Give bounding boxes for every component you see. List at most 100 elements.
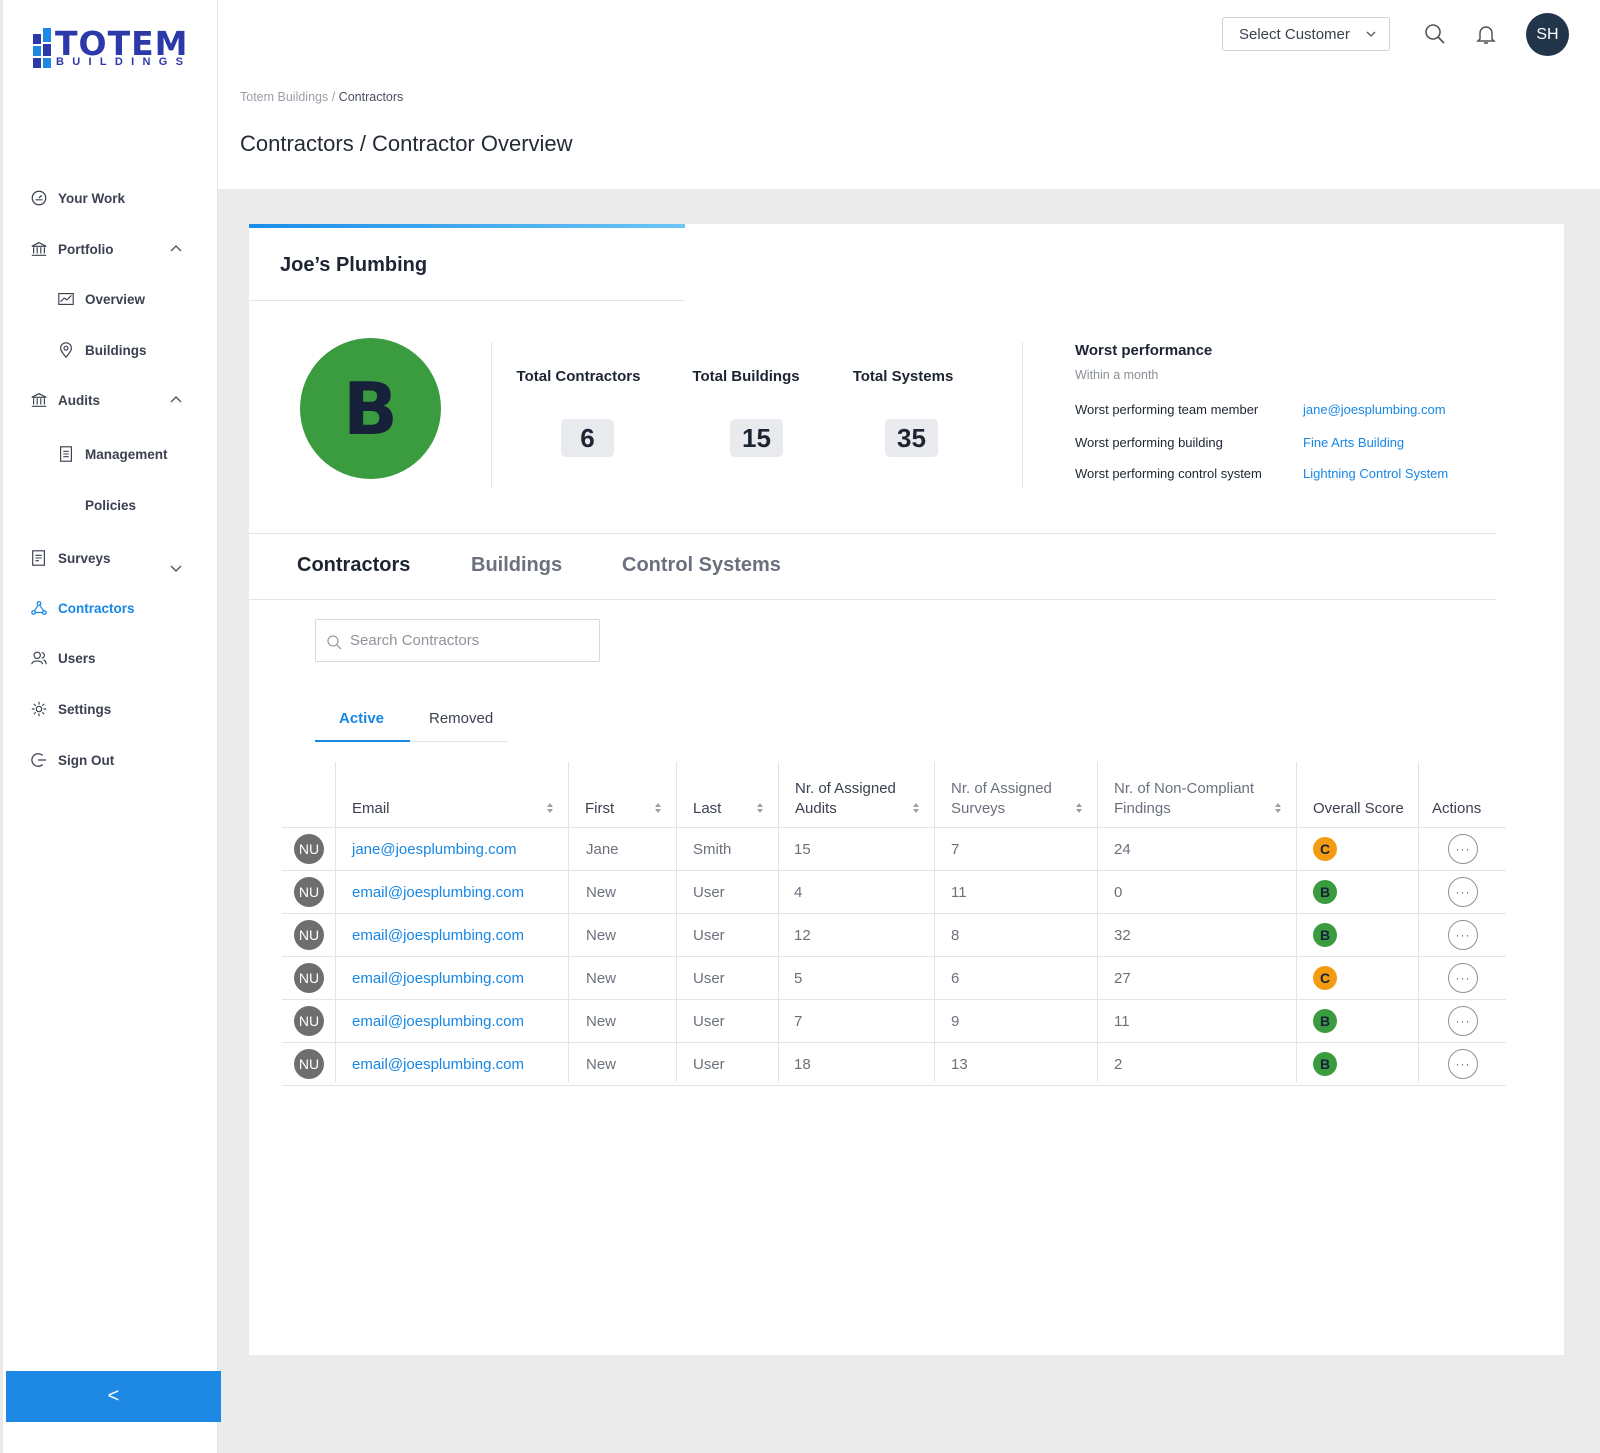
row-assigned-surveys: 6 <box>951 969 960 987</box>
breadcrumb: Totem Buildings / Contractors <box>240 90 404 104</box>
sort-icon <box>1076 803 1082 813</box>
user-initials-avatar: NU <box>294 1006 324 1036</box>
row-assigned-surveys: 11 <box>951 883 967 901</box>
row-first-name: Jane <box>586 840 619 858</box>
column-header-non-compliant-findings[interactable]: Nr. of Non-Compliant Findings <box>1097 762 1296 827</box>
subtab-removed[interactable]: Removed <box>429 710 493 727</box>
tab-control-systems[interactable]: Control Systems <box>622 554 781 577</box>
search-icon[interactable] <box>1423 22 1447 46</box>
row-assigned-audits: 18 <box>794 1055 811 1073</box>
row-email-link[interactable]: jane@joesplumbing.com <box>352 828 567 870</box>
row-email-link[interactable]: email@joesplumbing.com <box>352 914 567 956</box>
row-last-name: Smith <box>693 840 732 858</box>
row-assigned-surveys: 8 <box>951 926 960 944</box>
chart-line-icon <box>56 289 76 309</box>
row-email-link[interactable]: email@joesplumbing.com <box>352 957 567 999</box>
column-header-assigned-audits[interactable]: Nr. of Assigned Audits <box>778 762 934 827</box>
more-actions-button[interactable]: ··· <box>1448 1006 1478 1036</box>
sidebar-item-portfolio[interactable]: Portfolio <box>29 237 114 261</box>
sidebar-item-overview[interactable]: Overview <box>56 287 145 311</box>
row-assigned-audits: 15 <box>794 840 811 858</box>
tab-buildings[interactable]: Buildings <box>471 554 562 577</box>
more-actions-button[interactable]: ··· <box>1448 834 1478 864</box>
table-row[interactable]: NU email@joesplumbing.com New User 18 13 2 B ··· <box>282 1042 1506 1085</box>
sidebar-item-your-work[interactable]: Your Work <box>29 186 125 210</box>
chevron-up-icon[interactable] <box>169 393 183 407</box>
sidebar-item-label: Overview <box>85 291 146 307</box>
row-email-link[interactable]: email@joesplumbing.com <box>352 871 567 913</box>
row-first-name: New <box>586 1055 617 1073</box>
row-assigned-audits: 4 <box>794 883 803 901</box>
sidebar-item-surveys[interactable]: Surveys <box>29 546 111 570</box>
stat-label-total-buildings: Total Buildings <box>692 368 800 385</box>
column-header-first[interactable]: First <box>568 762 676 827</box>
row-last-name: User <box>693 926 725 944</box>
column-header-overall-score: Overall Score <box>1313 800 1404 817</box>
worst-building-label: Worst performing building <box>1075 435 1223 450</box>
sidebar-item-audits[interactable]: Audits <box>29 388 100 412</box>
row-assigned-audits: 7 <box>794 1012 803 1030</box>
row-last-name: User <box>693 1055 725 1073</box>
breadcrumb-root[interactable]: Totem Buildings <box>240 90 328 104</box>
chevron-down-icon <box>1366 31 1376 37</box>
worst-building-link[interactable]: Fine Arts Building <box>1303 435 1404 450</box>
sidebar-item-label: Portfolio <box>58 241 114 257</box>
sidebar-item-settings[interactable]: Settings <box>29 697 111 721</box>
subtab-active[interactable]: Active <box>339 710 384 727</box>
row-non-compliant-findings: 2 <box>1114 1055 1123 1073</box>
bell-icon[interactable] <box>1474 22 1498 46</box>
user-avatar[interactable]: SH <box>1526 13 1569 56</box>
sort-icon <box>757 803 763 813</box>
table-row[interactable]: NU email@joesplumbing.com New User 5 6 27 C ··· <box>282 956 1506 999</box>
speedometer-icon <box>29 188 49 208</box>
sort-icon <box>547 803 553 813</box>
sidebar-item-management[interactable]: Management <box>56 442 168 466</box>
sidebar-item-label: Contractors <box>58 600 135 616</box>
sidebar-item-users[interactable]: Users <box>29 646 96 670</box>
table-row[interactable]: NU email@joesplumbing.com New User 7 9 11 B ··· <box>282 999 1506 1042</box>
chevron-down-icon[interactable] <box>169 561 183 575</box>
row-first-name: New <box>586 926 617 944</box>
column-header-email[interactable]: Email <box>335 762 568 827</box>
contractor-card: Joe’s Plumbing B Total Contractors 6 Tot… <box>249 224 1564 1355</box>
worst-team-member-link[interactable]: jane@joesplumbing.com <box>1303 402 1446 417</box>
user-initials-avatar: NU <box>294 877 324 907</box>
more-actions-button[interactable]: ··· <box>1448 1049 1478 1079</box>
column-header-last[interactable]: Last <box>676 762 778 827</box>
row-email-link[interactable]: email@joesplumbing.com <box>352 1000 567 1042</box>
table-row[interactable]: NU email@joesplumbing.com New User 4 11 0 B ··· <box>282 870 1506 913</box>
totem-logo[interactable]: TOTEM BUILDINGS <box>31 26 191 74</box>
sort-icon <box>655 803 661 813</box>
page-title: Contractors / Contractor Overview <box>240 131 573 156</box>
search-placeholder: Search Contractors <box>350 632 480 649</box>
table-row[interactable]: NU email@joesplumbing.com New User 12 8 32 B ··· <box>282 913 1506 956</box>
select-customer-dropdown[interactable]: Select Customer <box>1222 17 1390 51</box>
collapse-sidebar-button[interactable]: < <box>6 1371 221 1422</box>
row-assigned-audits: 12 <box>794 926 811 944</box>
chevron-up-icon[interactable] <box>169 242 183 256</box>
column-header-assigned-surveys[interactable]: Nr. of Assigned Surveys <box>934 762 1097 827</box>
more-actions-button[interactable]: ··· <box>1448 920 1478 950</box>
row-last-name: User <box>693 1012 725 1030</box>
breadcrumb-current: Contractors <box>338 90 404 104</box>
tab-contractors[interactable]: Contractors <box>297 554 410 577</box>
sidebar-item-label: Audits <box>58 392 100 408</box>
search-contractors-input[interactable]: Search Contractors <box>315 619 600 662</box>
more-actions-button[interactable]: ··· <box>1448 963 1478 993</box>
worst-team-member-label: Worst performing team member <box>1075 402 1259 417</box>
table-row[interactable]: NU jane@joesplumbing.com Jane Smith 15 7 24 C ··… <box>282 827 1506 870</box>
bank-icon <box>29 390 49 410</box>
worst-control-system-link[interactable]: Lightning Control System <box>1303 466 1448 481</box>
row-email-link[interactable]: email@joesplumbing.com <box>352 1043 567 1085</box>
contractor-name: Joe’s Plumbing <box>280 254 428 276</box>
row-last-name: User <box>693 969 725 987</box>
more-actions-button[interactable]: ··· <box>1448 877 1478 907</box>
sidebar-item-buildings[interactable]: Buildings <box>56 338 147 362</box>
sidebar-item-sign-out[interactable]: Sign Out <box>29 748 114 772</box>
sidebar-item-label: Management <box>85 446 168 462</box>
row-first-name: New <box>586 1012 617 1030</box>
sidebar-item-label: Sign Out <box>58 752 115 768</box>
sidebar-item-policies[interactable]: Policies <box>56 493 136 517</box>
sidebar-item-contractors[interactable]: Contractors <box>29 596 135 620</box>
card-active-indicator <box>249 224 685 228</box>
